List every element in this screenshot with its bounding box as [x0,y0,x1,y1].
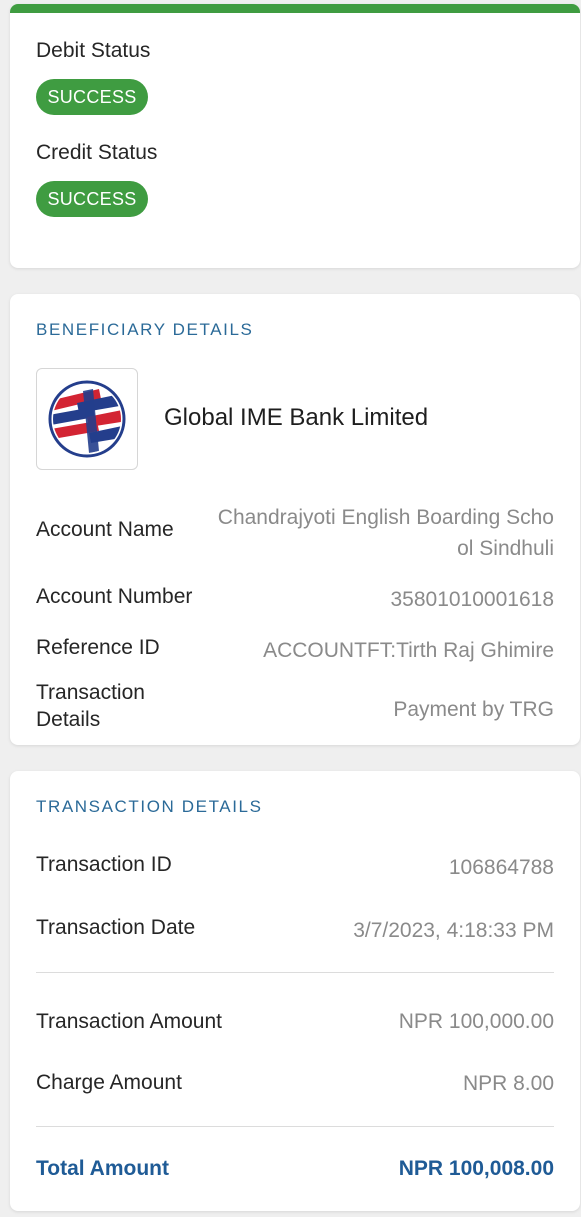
divider [36,972,554,973]
total-amount-value: NPR 100,008.00 [398,1157,554,1180]
beneficiary-details-card: BENEFICIARY DETAILS Global IME Bank Limi… [10,294,580,745]
reference-id-value: ACCOUNTFT:Tirth Raj Ghimire [263,639,554,662]
status-card: Debit Status SUCCESS Credit Status SUCCE… [10,4,580,268]
transaction-id-value: 106864788 [448,856,554,879]
charge-amount-label: Charge Amount [36,1071,182,1094]
divider [36,1126,554,1127]
transaction-date-value: 3/7/2023, 4:18:33 PM [353,919,554,942]
global-ime-bank-logo-icon [48,380,126,458]
credit-status-badge: SUCCESS [36,181,148,217]
account-name-value: Chandrajyoti English Boarding School Sin… [217,506,554,560]
transaction-details-card: TRANSACTION DETAILS Transaction ID 10686… [10,771,580,1211]
transaction-amount-label: Transaction Amount [36,1010,222,1033]
bank-name: Global IME Bank Limited [164,404,429,431]
credit-status-label: Credit Status [36,141,158,164]
bank-logo [36,368,138,470]
reference-id-label: Reference ID [36,636,160,659]
transaction-details-label: Transaction Details [36,681,145,731]
transaction-id-label: Transaction ID [36,853,172,876]
transaction-details-value: Payment by TRG [393,698,554,721]
status-accent-bar [10,4,580,13]
transaction-section-title: TRANSACTION DETAILS [36,797,263,816]
debit-status-badge: SUCCESS [36,79,148,115]
transaction-amount-value: NPR 100,000.00 [398,1010,554,1033]
account-number-label: Account Number [36,585,193,608]
total-amount-label: Total Amount [36,1157,169,1180]
debit-status-label: Debit Status [36,39,151,62]
beneficiary-section-title: BENEFICIARY DETAILS [36,320,254,339]
charge-amount-value: NPR 8.00 [462,1072,554,1095]
transaction-date-label: Transaction Date [36,916,196,939]
account-number-value: 35801010001618 [390,588,554,611]
account-name-label: Account Name [36,518,174,541]
